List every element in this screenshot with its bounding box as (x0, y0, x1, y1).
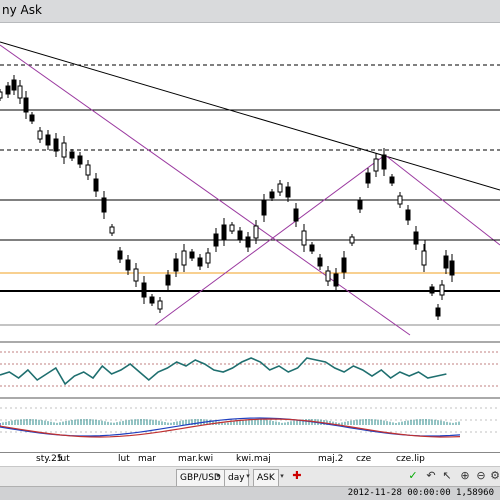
x-axis-label: cze.lip (396, 454, 425, 464)
candle-body (261, 200, 267, 216)
settings-icon[interactable]: ⚙ (488, 469, 500, 483)
candle-body (141, 282, 147, 298)
macd-panel (0, 407, 500, 438)
candle-body (85, 164, 91, 176)
candle-body (5, 85, 11, 95)
undo-icon[interactable]: ↶ (424, 469, 438, 483)
candle-body (77, 155, 83, 165)
candle-body (253, 225, 259, 239)
x-axis-label: mar (138, 454, 156, 464)
candle-body (23, 97, 29, 113)
candle-body (157, 300, 163, 310)
chart-toolbar: GBP/USD ▾ day ▾ ASK ▾ ✚ ✓ ↶ ↖ ⊕ ⊖ ⚙ (0, 466, 500, 487)
x-axis-label: kwi.maj (236, 454, 271, 464)
candle-body (443, 255, 449, 269)
candle-body (245, 236, 251, 248)
candle-body (341, 257, 347, 273)
candle-body (349, 236, 355, 244)
status-bar: 2012-11-28 00:00:00 1,58960 (0, 486, 500, 500)
candle-body (439, 284, 445, 296)
candle-body (397, 195, 403, 205)
candle-body (449, 260, 455, 276)
price-panel (0, 41, 500, 336)
candle-body (405, 209, 411, 221)
candle-body (213, 233, 219, 247)
candle-body (333, 273, 339, 287)
candle-body (237, 230, 243, 240)
candle-body (29, 114, 35, 122)
candle-body (133, 268, 139, 282)
candle-body (429, 286, 435, 294)
window-title: ny Ask (2, 3, 42, 17)
candle-body (435, 307, 441, 317)
pointer-icon[interactable]: ↖ (440, 469, 454, 483)
interval-dropdown-icon[interactable]: ▾ (244, 469, 252, 483)
candle-body (277, 183, 283, 193)
candle-body (181, 250, 187, 266)
candle-body (317, 257, 323, 267)
candle-body (197, 257, 203, 267)
x-axis-label: lut (58, 454, 70, 464)
candle-body (0, 91, 3, 99)
candle-body (357, 200, 363, 210)
candle-body (11, 79, 17, 91)
candle-body (61, 142, 67, 158)
zoom-in-icon[interactable]: ⊕ (458, 469, 472, 483)
candle-body (17, 85, 23, 99)
trendline (0, 41, 500, 191)
candle-body (149, 296, 155, 304)
candle-body (325, 270, 331, 282)
symbol-dropdown-icon[interactable]: ▾ (214, 469, 222, 483)
candle-body (381, 154, 387, 170)
candle-body (165, 274, 171, 286)
candle-body (189, 251, 195, 259)
check-icon[interactable]: ✓ (406, 469, 420, 483)
status-datetime-price: 2012-11-28 00:00:00 1,58960 (347, 488, 494, 498)
candle-body (109, 226, 115, 234)
candle-body (69, 151, 75, 159)
candle-body (285, 186, 291, 198)
x-axis-label: lut (118, 454, 130, 464)
candle-body (365, 172, 371, 184)
candle-body (221, 224, 227, 240)
candle-body (45, 134, 51, 146)
candle-body (101, 197, 107, 213)
rsi-line (0, 357, 447, 386)
candle-body (53, 138, 59, 152)
marker-icon[interactable]: ✚ (290, 469, 304, 483)
price-chart[interactable] (0, 22, 500, 458)
window-titlebar: ny Ask (0, 0, 500, 23)
candle-body (413, 231, 419, 245)
candle-body (373, 158, 379, 172)
candle-body (309, 244, 315, 252)
candle-body (269, 191, 275, 199)
candle-body (205, 252, 211, 264)
candle-body (301, 230, 307, 246)
rsi-panel (0, 351, 500, 387)
candle-body (37, 130, 43, 140)
candle-body (117, 250, 123, 260)
candle-body (229, 224, 235, 232)
x-axis-label: maj.2 (318, 454, 344, 464)
candle-body (125, 259, 131, 271)
candle-body (93, 178, 99, 192)
x-axis-label: mar.kwi (178, 454, 214, 464)
price-side-dropdown-icon[interactable]: ▾ (278, 469, 286, 483)
x-axis-label: cze (356, 454, 372, 464)
candle-body (173, 258, 179, 272)
candle-body (389, 176, 395, 184)
candle-body (421, 250, 427, 266)
zoom-out-icon[interactable]: ⊖ (474, 469, 488, 483)
price-side-select[interactable]: ASK (253, 469, 279, 487)
candle-body (293, 208, 299, 222)
